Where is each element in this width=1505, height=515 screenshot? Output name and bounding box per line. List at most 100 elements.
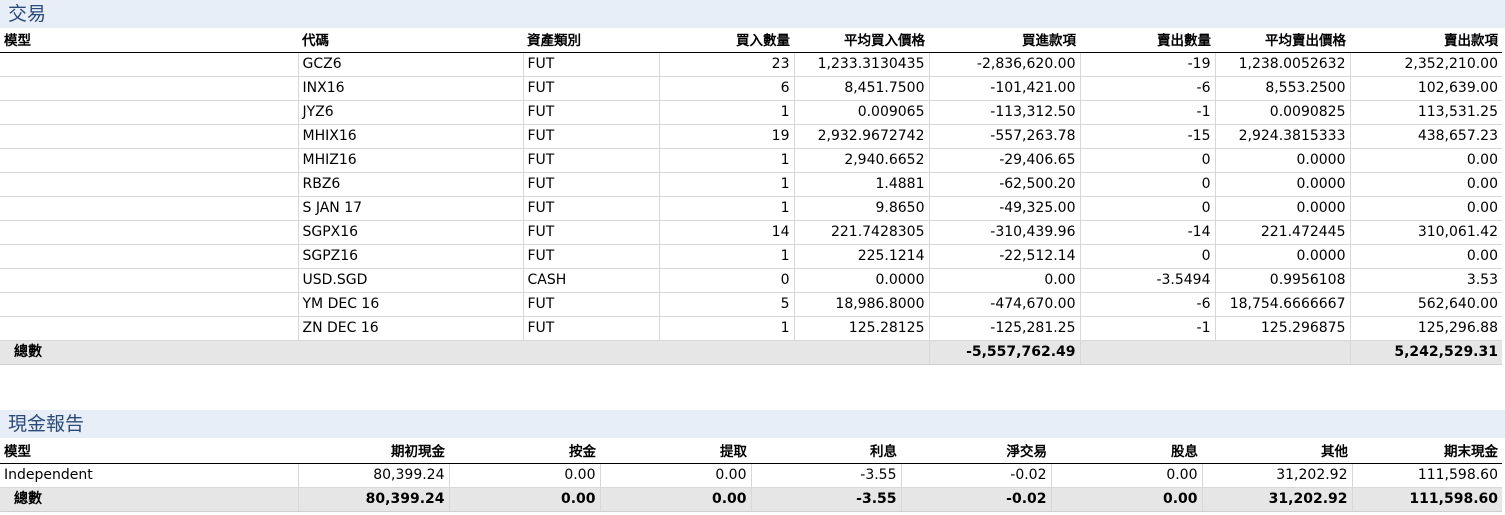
table-row: GCZ6 FUT 23 1,233.3130435 -2,836,620.00 -19 1,…	[0, 52, 1502, 77]
cell-buy-proceeds: -101,421.00	[928, 76, 1080, 101]
cell-asset-class: FUT	[522, 220, 659, 245]
cell-buy-qty: 23	[658, 52, 794, 77]
cell-sell-proceeds: 0.00	[1349, 196, 1502, 221]
cell-avg-buy-price: 2,932.9672742	[793, 124, 929, 149]
col-header-model: 模型	[0, 30, 298, 53]
cash-col-header-interest: 利息	[751, 441, 901, 464]
cell-sell-proceeds: 113,531.25	[1349, 100, 1502, 125]
cell-asset-class: FUT	[522, 244, 659, 269]
table-row: RBZ6 FUT 1 1.4881 -62,500.20 0 0.0000 0.00	[0, 172, 1502, 197]
cell-avg-sell-price: 2,924.3815333	[1214, 124, 1350, 149]
cell-sell-proceeds: 562,640.00	[1349, 292, 1502, 317]
cash-header-row: 模型 期初現金 按金 提取 利息 淨交易 股息 其他 期末現金	[0, 441, 1502, 464]
cell-sell-qty: 0	[1079, 148, 1215, 173]
cell-buy-qty: 0	[658, 268, 794, 293]
cell-buy-qty: 6	[658, 76, 794, 101]
cell-asset-class: CASH	[522, 268, 659, 293]
cell-sell-proceeds: 0.00	[1349, 244, 1502, 269]
col-header-avg-buy-price: 平均買入價格	[794, 30, 929, 53]
cell-asset-class: FUT	[522, 316, 659, 341]
cell-model	[0, 76, 298, 101]
cell-sell-qty: 0	[1079, 196, 1215, 221]
cell-sell-qty: -1	[1079, 316, 1215, 341]
cell-buy-proceeds: -29,406.65	[928, 148, 1080, 173]
cell-avg-buy-price: 0.009065	[793, 100, 929, 125]
cell-model	[0, 196, 298, 221]
table-row: MHIZ16 FUT 1 2,940.6652 -29,406.65 0 0.0000 0.0…	[0, 148, 1502, 173]
cash-col-header-withdrawals: 提取	[600, 441, 751, 464]
cell-symbol: S JAN 17	[297, 196, 523, 221]
cell-sell-qty: 0	[1079, 244, 1215, 269]
cell-sell-qty: -19	[1079, 52, 1215, 77]
cell-avg-buy-price: 125.28125	[793, 316, 929, 341]
cell-sell-proceeds: 2,352,210.00	[1349, 52, 1502, 77]
cell-model	[0, 124, 298, 149]
trades-total-row: 總數 -5,557,762.49 5,242,529.31	[0, 340, 1502, 365]
cell-sell-qty: -6	[1079, 76, 1215, 101]
cell-buy-proceeds: -474,670.00	[928, 292, 1080, 317]
cell-asset-class: FUT	[522, 196, 659, 221]
cell-buy-qty: 1	[658, 316, 794, 341]
cell-sell-qty: -3.5494	[1079, 268, 1215, 293]
cell-buy-proceeds: -125,281.25	[928, 316, 1080, 341]
cell-buy-qty: 1	[658, 100, 794, 125]
cash-col-header-other: 其他	[1202, 441, 1352, 464]
cell-model	[0, 148, 298, 173]
total-buy-proceeds: -5,557,762.49	[928, 340, 1080, 365]
cash-total-opening-cash: 80,399.24	[297, 487, 449, 512]
cell-buy-proceeds: -62,500.20	[928, 172, 1080, 197]
table-row: JYZ6 FUT 1 0.009065 -113,312.50 -1 0.0090825 11…	[0, 100, 1502, 125]
cell-symbol: YM DEC 16	[297, 292, 523, 317]
cash-total-deposits: 0.00	[448, 487, 600, 512]
cell-symbol: ZN DEC 16	[297, 316, 523, 341]
trades-header-row: 模型 代碼 資產類別 買入數量 平均買入價格 買進款項 賣出數量 平均賣出價格 …	[0, 30, 1502, 53]
cell-buy-qty: 1	[658, 148, 794, 173]
table-row: USD.SGD CASH 0 0.0000 0.00 -3.5494 0.9956108 3.…	[0, 268, 1502, 293]
cell-model	[0, 268, 298, 293]
cell-buy-qty: 14	[658, 220, 794, 245]
cell-sell-proceeds: 0.00	[1349, 172, 1502, 197]
cell-symbol: INX16	[297, 76, 523, 101]
cash-col-header-net-trades: 淨交易	[901, 441, 1051, 464]
cash-col-header-model: 模型	[0, 441, 298, 464]
table-row: INX16 FUT 6 8,451.7500 -101,421.00 -6 8,553.25…	[0, 76, 1502, 101]
col-header-sell-proceeds: 賣出款項	[1350, 30, 1502, 53]
cell-avg-sell-price: 1,238.0052632	[1214, 52, 1350, 77]
trades-table: 模型 代碼 資產類別 買入數量 平均買入價格 買進款項 賣出數量 平均賣出價格 …	[0, 30, 1502, 365]
cash-cell-other: 31,202.92	[1201, 463, 1352, 488]
cell-buy-qty: 1	[658, 244, 794, 269]
table-row: SGPX16 FUT 14 221.7428305 -310,439.96 -14 221.…	[0, 220, 1502, 245]
cash-col-header-ending: 期末現金	[1352, 441, 1502, 464]
cash-total-interest: -3.55	[750, 487, 901, 512]
cell-sell-proceeds: 310,061.42	[1349, 220, 1502, 245]
cell-asset-class: FUT	[522, 124, 659, 149]
cell-buy-proceeds: 0.00	[928, 268, 1080, 293]
cell-buy-qty: 1	[658, 196, 794, 221]
cell-model	[0, 100, 298, 125]
cell-avg-sell-price: 0.0090825	[1214, 100, 1350, 125]
table-row: S JAN 17 FUT 1 9.8650 -49,325.00 0 0.0000 0.00	[0, 196, 1502, 221]
cash-total-net-trades: -0.02	[900, 487, 1051, 512]
table-row: YM DEC 16 FUT 5 18,986.8000 -474,670.00 -6 18,…	[0, 292, 1502, 317]
cell-avg-sell-price: 0.0000	[1214, 244, 1350, 269]
cell-asset-class: FUT	[522, 76, 659, 101]
cell-asset-class: FUT	[522, 100, 659, 125]
cell-sell-proceeds: 3.53	[1349, 268, 1502, 293]
cell-avg-sell-price: 0.0000	[1214, 172, 1350, 197]
cell-avg-sell-price: 0.0000	[1214, 148, 1350, 173]
cell-sell-proceeds: 0.00	[1349, 148, 1502, 173]
table-row: ZN DEC 16 FUT 1 125.28125 -125,281.25 -1 125.2…	[0, 316, 1502, 341]
cell-avg-sell-price: 0.9956108	[1214, 268, 1350, 293]
cell-symbol: USD.SGD	[297, 268, 523, 293]
cell-buy-proceeds: -113,312.50	[928, 100, 1080, 125]
cash-cell-net-trades: -0.02	[900, 463, 1051, 488]
total-sell-proceeds: 5,242,529.31	[1349, 340, 1502, 365]
cell-buy-qty: 19	[658, 124, 794, 149]
cell-symbol: RBZ6	[297, 172, 523, 197]
cell-avg-sell-price: 221.472445	[1214, 220, 1350, 245]
cell-avg-buy-price: 8,451.7500	[793, 76, 929, 101]
cell-avg-sell-price: 0.0000	[1214, 196, 1350, 221]
cell-buy-qty: 1	[658, 172, 794, 197]
cell-buy-proceeds: -557,263.78	[928, 124, 1080, 149]
cell-buy-proceeds: -310,439.96	[928, 220, 1080, 245]
